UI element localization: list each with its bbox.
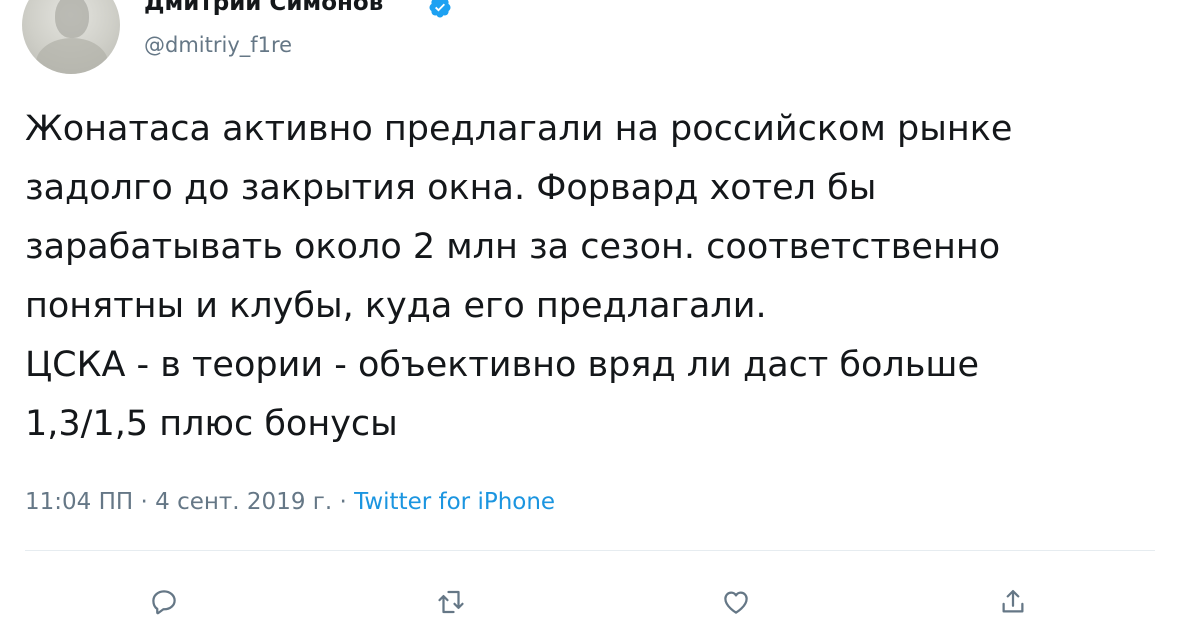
reply-button[interactable] [144,582,184,622]
share-button[interactable] [993,582,1033,622]
divider [25,550,1155,551]
chevron-down-icon[interactable] [1116,0,1156,16]
avatar-head-shape [55,0,89,38]
share-icon [1002,590,1024,613]
tweet-line: ЦСКА - в теории - объективно вряд ли дас… [25,345,979,385]
retweet-button[interactable] [431,582,471,622]
tweet-line: задолго до закрытия окна. Форвард хотел … [25,168,877,208]
tweet-text: Жонатаса активно предлагали на российско… [25,100,1175,454]
author-handle[interactable]: @dmitriy_f1re [144,31,292,59]
tweet-time[interactable]: 11:04 ПП [25,489,133,515]
avatar-shoulders-shape [36,38,108,74]
author-name[interactable]: Дмитрий Симонов [144,0,383,18]
meta-separator: · [133,489,156,515]
retweet-icon [438,590,464,614]
meta-separator: · [332,489,355,515]
like-button[interactable] [716,582,756,622]
avatar[interactable] [22,0,120,74]
tweet-line: зарабатывать около 2 млн за сезон. соотв… [25,227,1001,267]
verified-badge-icon [429,0,451,18]
tweet-line: 1,3/1,5 плюс бонусы [25,404,398,444]
tweet-date[interactable]: 4 сент. 2019 г. [155,489,332,515]
tweet-source-link[interactable]: Twitter for iPhone [354,489,555,515]
like-icon [724,591,748,614]
reply-icon [152,590,176,615]
tweet-line: Жонатаса активно предлагали на российско… [25,109,1013,149]
tweet-line: понятны и клубы, куда его предлагали. [25,286,767,326]
tweet-meta: 11:04 ПП · 4 сент. 2019 г. · Twitter for… [25,484,555,520]
